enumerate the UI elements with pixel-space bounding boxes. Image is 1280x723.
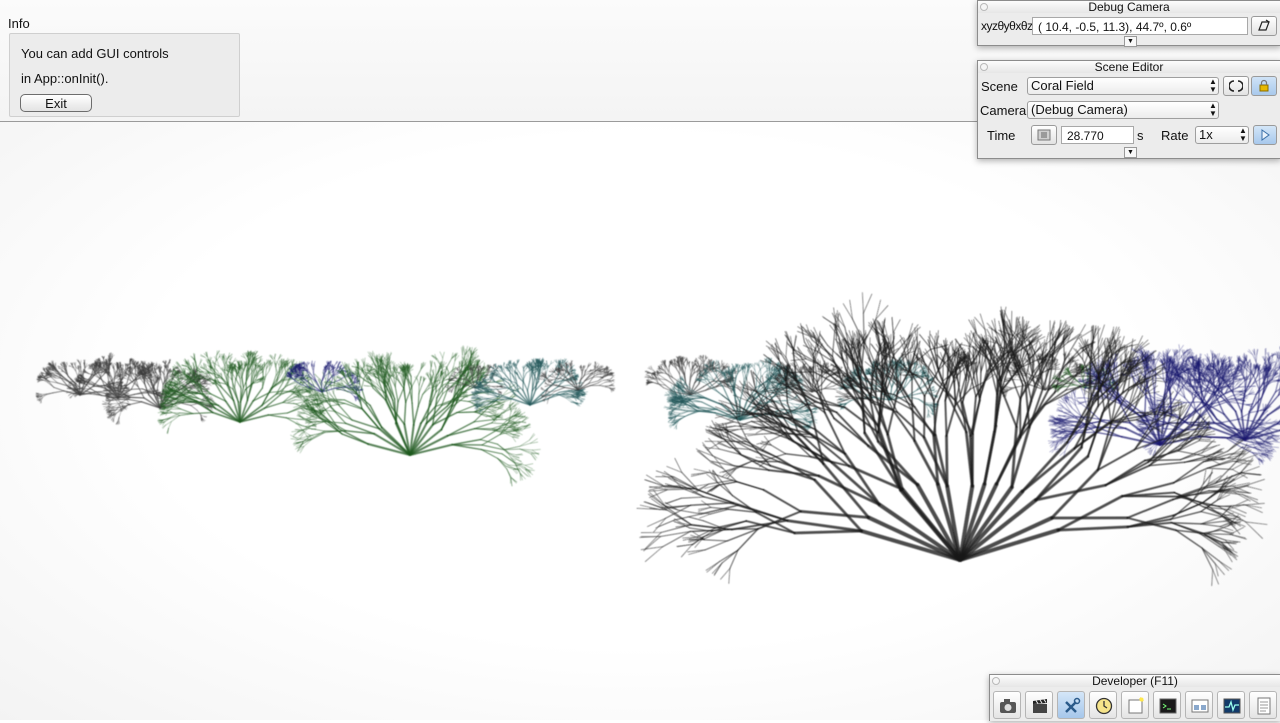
tools-icon	[1062, 696, 1082, 716]
profiler-icon	[1222, 696, 1242, 716]
new-window-icon	[1126, 696, 1146, 716]
coral-scene	[0, 122, 1280, 720]
developer-title: Developer (F11)	[990, 675, 1280, 687]
scene-graph-icon	[1190, 696, 1210, 716]
reload-icon	[1229, 79, 1243, 93]
play-icon	[1259, 129, 1271, 141]
clapperboard-icon	[1030, 696, 1050, 716]
debug-camera-title: Debug Camera	[978, 1, 1280, 13]
collapse-debug-camera-button[interactable]: ▼	[1124, 36, 1137, 47]
scene-editor-title: Scene Editor	[978, 61, 1280, 73]
camera-label: Camera	[980, 103, 1026, 118]
select-arrows-icon: ▲▼	[1209, 78, 1215, 94]
lock-icon	[1257, 79, 1271, 93]
console-button[interactable]	[1153, 691, 1181, 719]
filmstrip-icon	[1037, 129, 1051, 141]
camera-coord-label: xyzθyθxθz	[981, 19, 1033, 33]
render-viewport[interactable]	[0, 122, 1280, 720]
select-arrows-icon: ▲▼	[1209, 102, 1215, 118]
time-unit: s	[1137, 128, 1144, 143]
info-window-title: Info	[8, 16, 30, 31]
terminal-icon	[1158, 696, 1178, 716]
info-text-line1: You can add GUI controls	[21, 46, 169, 61]
filmstrip-button[interactable]	[1031, 125, 1057, 145]
rate-label: Rate	[1161, 128, 1188, 143]
lock-scene-button[interactable]	[1251, 76, 1277, 96]
log-icon	[1254, 696, 1274, 716]
close-icon[interactable]	[980, 3, 988, 11]
video-record-button[interactable]	[1025, 691, 1053, 719]
time-field[interactable]: 28.770	[1061, 126, 1134, 144]
log-button[interactable]	[1249, 691, 1277, 719]
scene-label: Scene	[981, 79, 1018, 94]
rate-select[interactable]: 1x ▲▼	[1195, 126, 1249, 144]
collapse-scene-editor-button[interactable]: ▼	[1124, 147, 1137, 158]
profiler-button[interactable]	[1217, 691, 1245, 719]
close-icon[interactable]	[980, 63, 988, 71]
time-label: Time	[987, 128, 1015, 143]
info-panel: You can add GUI controls in App::onInit(…	[9, 33, 240, 117]
play-button[interactable]	[1253, 125, 1277, 145]
copy-frame-button[interactable]	[1251, 16, 1277, 36]
scene-select[interactable]: Coral Field ▲▼	[1027, 77, 1219, 95]
exit-button[interactable]: Exit	[20, 94, 92, 112]
camera-select[interactable]: (Debug Camera) ▲▼	[1027, 101, 1219, 119]
clock-icon	[1094, 696, 1114, 716]
close-icon[interactable]	[992, 677, 1000, 685]
debug-camera-window: Debug Camera xyzθyθxθz ( 10.4, -0.5, 11.…	[977, 0, 1280, 46]
scene-editor-window: Scene Editor Scene Coral Field ▲▼ Camera…	[977, 60, 1280, 159]
new-window-button[interactable]	[1121, 691, 1149, 719]
timing-button[interactable]	[1089, 691, 1117, 719]
scene-graph-button[interactable]	[1185, 691, 1213, 719]
camera-icon	[998, 696, 1018, 716]
reload-scene-button[interactable]	[1223, 76, 1249, 96]
copy-frame-icon	[1257, 19, 1271, 33]
developer-tools-button[interactable]	[1057, 691, 1085, 719]
developer-window: Developer (F11)	[989, 674, 1280, 721]
camera-coord-field[interactable]: ( 10.4, -0.5, 11.3), 44.7º, 0.6º	[1032, 17, 1248, 35]
screenshot-button[interactable]	[993, 691, 1021, 719]
select-arrows-icon: ▲▼	[1239, 127, 1245, 143]
info-text-line2: in App::onInit().	[21, 71, 108, 86]
